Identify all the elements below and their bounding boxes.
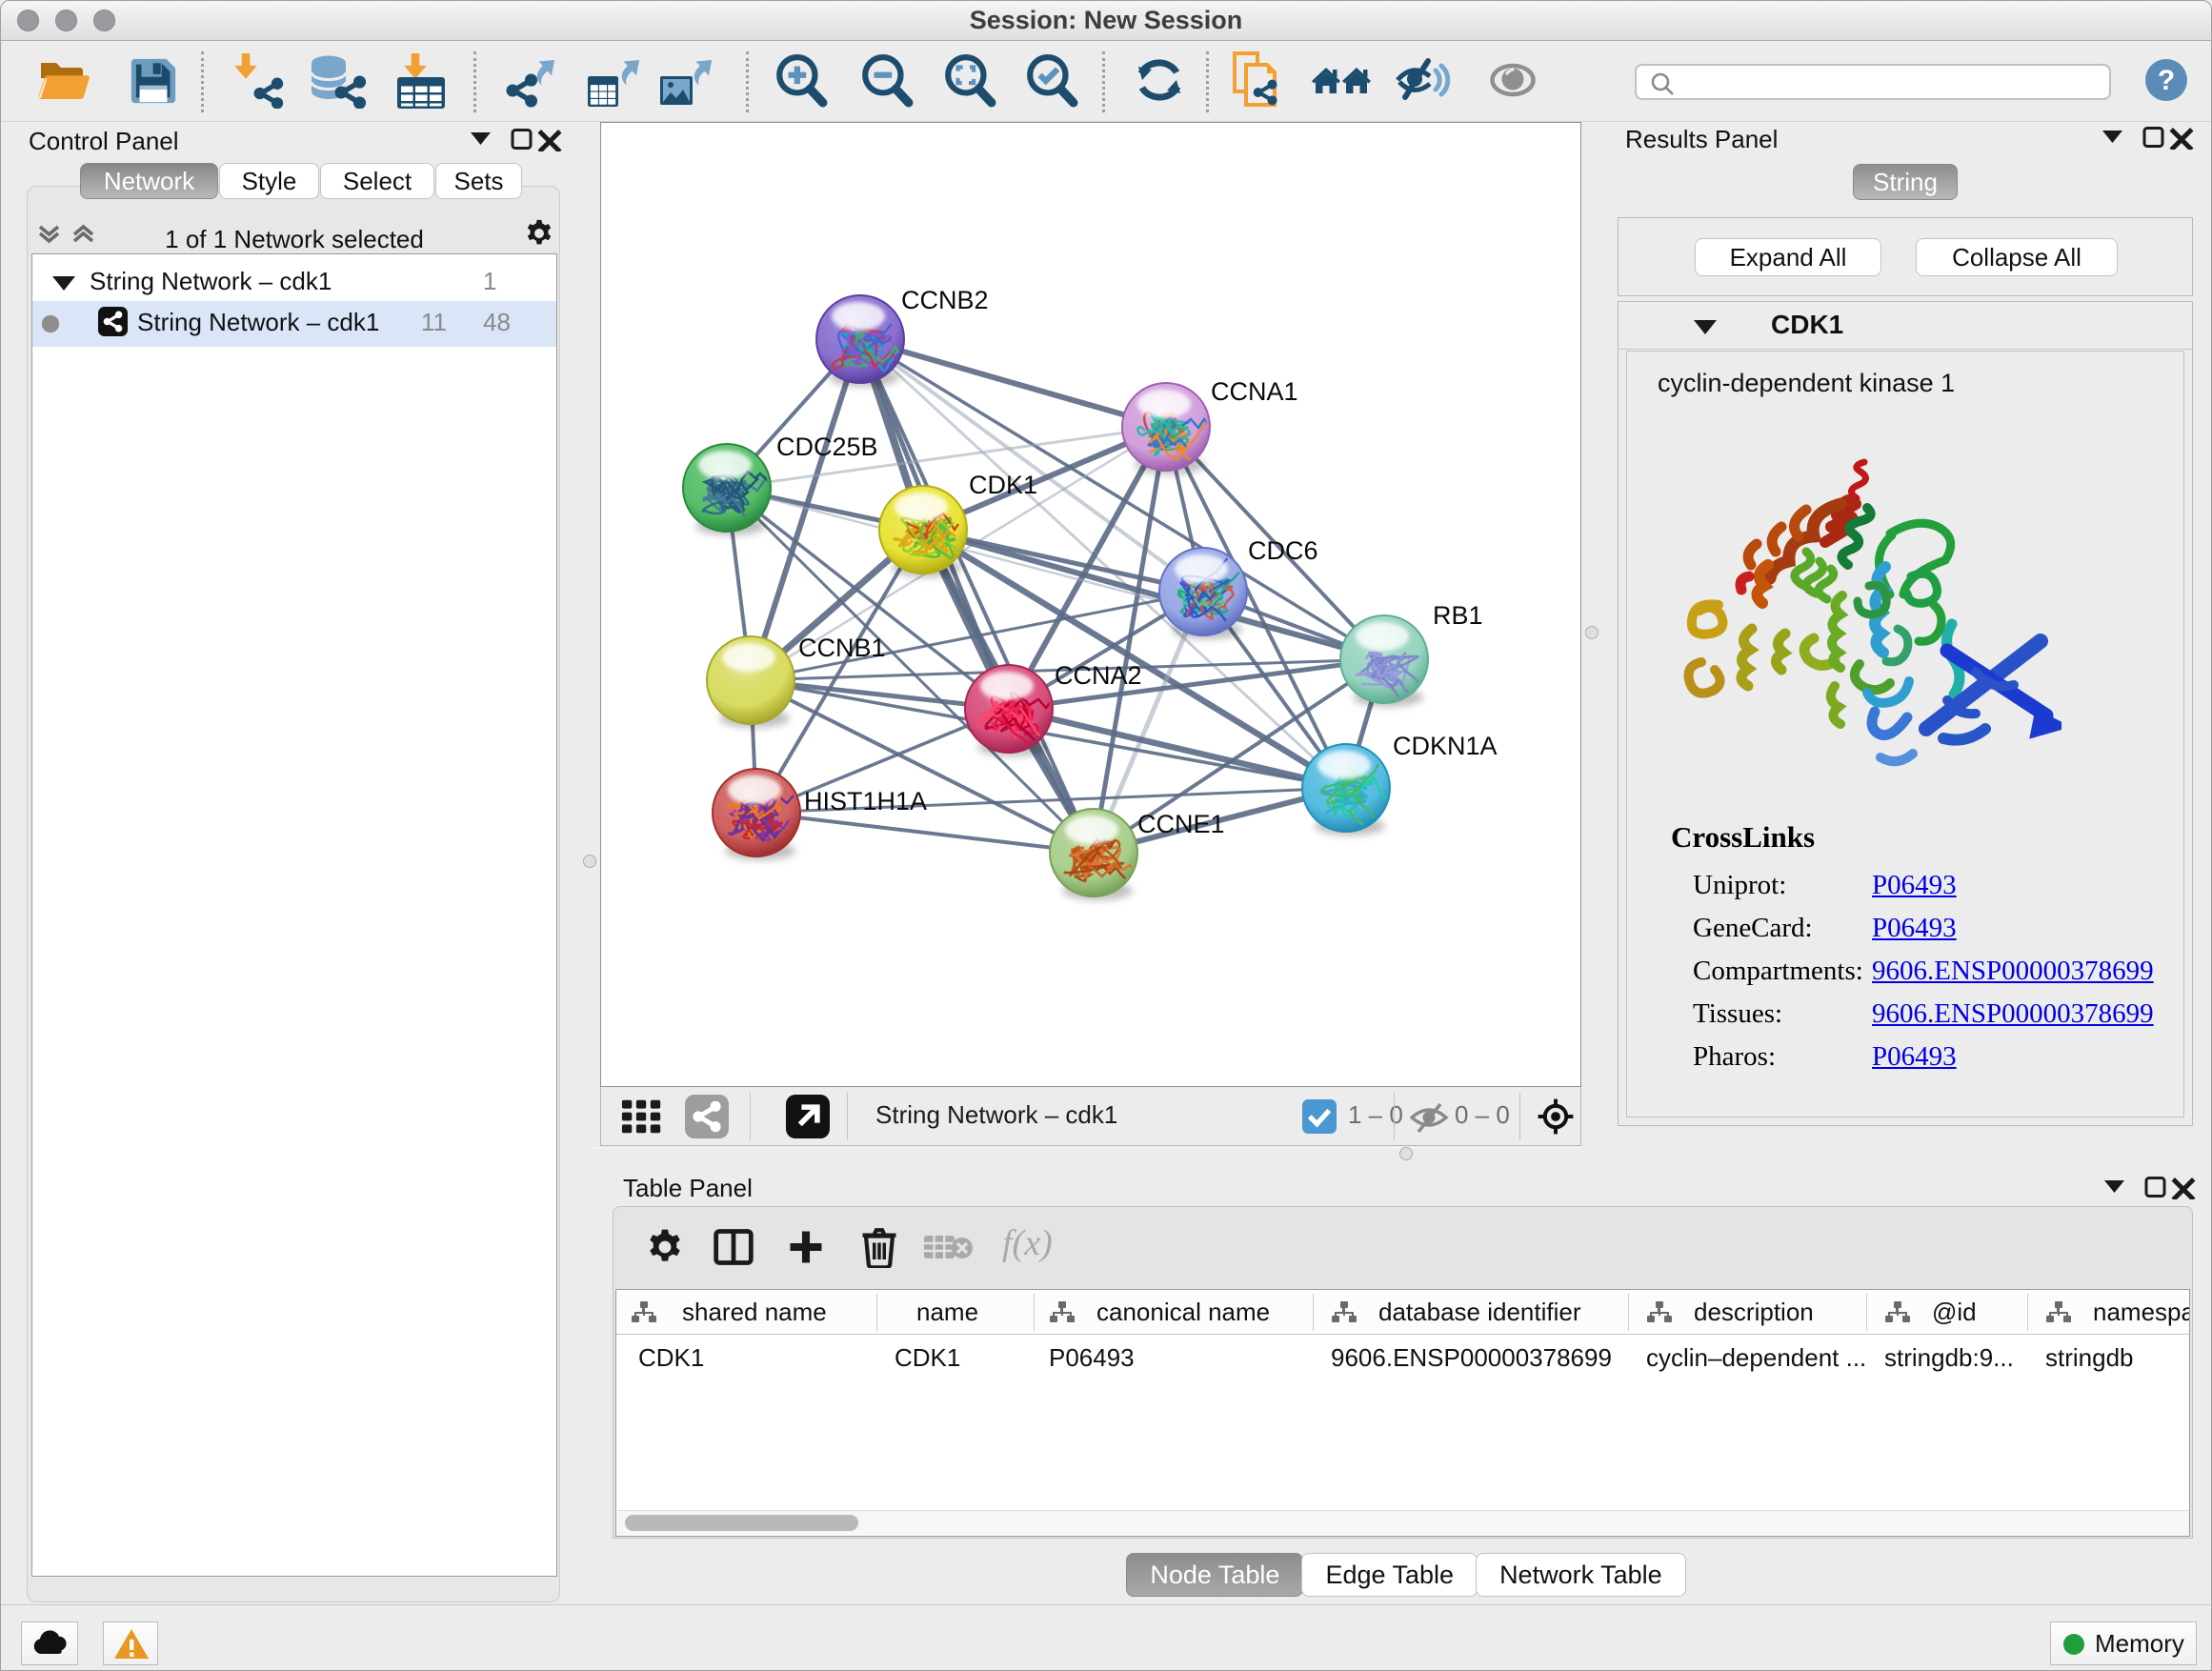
svg-text:CDC25B: CDC25B: [776, 433, 878, 461]
svg-text:CCNA1: CCNA1: [1211, 377, 1298, 406]
svg-text:CDC6: CDC6: [1248, 536, 1318, 565]
svg-text:RB1: RB1: [1433, 601, 1483, 630]
svg-text:CDK1: CDK1: [969, 471, 1037, 499]
svg-text:HIST1H1A: HIST1H1A: [804, 787, 927, 815]
svg-text:?: ?: [2158, 65, 2175, 96]
svg-text:CCNB1: CCNB1: [798, 634, 886, 662]
svg-text:CDKN1A: CDKN1A: [1393, 732, 1498, 760]
svg-text:CCNE1: CCNE1: [1137, 810, 1225, 838]
svg-text:CCNB2: CCNB2: [901, 286, 989, 314]
svg-text:CCNA2: CCNA2: [1055, 661, 1142, 690]
